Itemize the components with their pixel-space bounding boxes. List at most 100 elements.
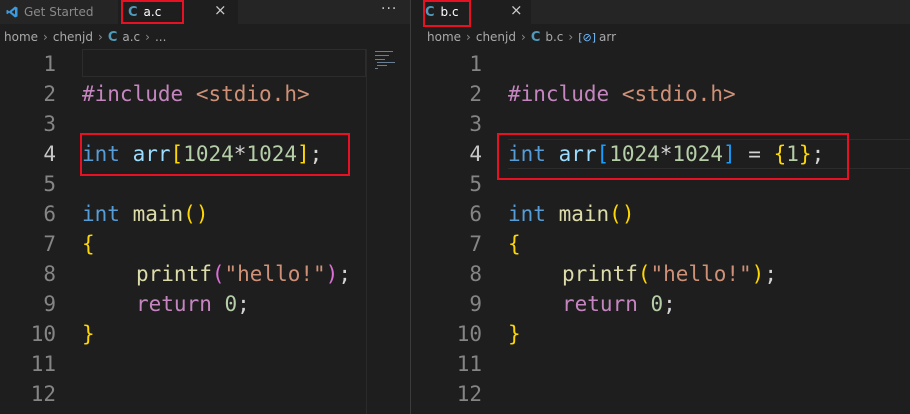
code-line: 3 xyxy=(0,109,410,139)
code-line: 10} xyxy=(426,319,910,349)
line-number: 5 xyxy=(43,172,56,196)
tab-label-b-c: b.c xyxy=(440,5,459,19)
tab-b-c[interactable]: C b.c × xyxy=(411,0,531,24)
token-paren: ) xyxy=(325,262,339,286)
token-bracket: [ xyxy=(596,142,610,166)
tab-label-a-c: a.c xyxy=(143,5,162,19)
code-line: 11 xyxy=(426,349,910,379)
minimap-line xyxy=(375,51,393,52)
code-line: 5 xyxy=(0,169,410,199)
minimap-line xyxy=(375,68,378,69)
token-brace: { xyxy=(773,142,787,166)
line-number: 2 xyxy=(43,82,56,106)
minimap-line xyxy=(377,65,387,66)
token-type: int xyxy=(508,142,546,166)
line-number: 4 xyxy=(469,142,482,166)
more-actions-icon[interactable]: ··· xyxy=(381,1,397,17)
code-line: 6 int main() xyxy=(0,199,410,229)
chevron-right-icon: › xyxy=(521,30,526,44)
token-type: int xyxy=(82,202,120,226)
token-paren: ( xyxy=(211,262,225,286)
token-number: 1024 xyxy=(609,142,660,166)
token-string: "hello!" xyxy=(650,262,752,286)
breadcrumb-home[interactable]: home xyxy=(4,30,38,44)
code-line: 4 int arr[1024*1024]; xyxy=(0,139,410,169)
token-semicolon: ; xyxy=(811,142,825,166)
token-bracket: [ xyxy=(170,142,184,166)
line-number: 10 xyxy=(456,322,482,346)
code-line: 5 xyxy=(426,169,910,199)
code-line: 9 return 0; xyxy=(426,289,910,319)
token-paren: ( xyxy=(637,262,651,286)
c-file-icon: C xyxy=(530,29,541,45)
chevron-right-icon: › xyxy=(466,30,471,44)
minimap[interactable] xyxy=(366,49,410,414)
code-line: 7{ xyxy=(0,229,410,259)
line-number: 9 xyxy=(469,292,482,316)
token-var: arr xyxy=(132,142,171,166)
code-line: 4 int arr[1024*1024] = {1}; xyxy=(426,139,910,169)
minimap-line xyxy=(377,62,395,63)
token-keyword: return xyxy=(562,292,638,316)
breadcrumb-symbol[interactable]: arr xyxy=(599,30,616,44)
token-number: 1 xyxy=(786,142,799,166)
token-function: printf xyxy=(562,262,638,286)
breadcrumb-file[interactable]: b.c xyxy=(545,30,563,44)
code-line: 11 xyxy=(0,349,410,379)
line-number: 11 xyxy=(456,352,482,376)
line-number: 7 xyxy=(43,232,56,256)
token-var: arr xyxy=(558,142,597,166)
line-number: 11 xyxy=(30,352,56,376)
tab-label-get-started: Get Started xyxy=(24,5,94,19)
line-number: 8 xyxy=(43,262,56,286)
chevron-right-icon: › xyxy=(145,30,150,44)
code-line: 2 #include <stdio.h> xyxy=(0,79,410,109)
tab-bar-right: C b.c × xyxy=(411,0,910,24)
breadcrumb-chenjd[interactable]: chenjd xyxy=(53,30,93,44)
token-type: int xyxy=(82,142,120,166)
close-icon[interactable]: × xyxy=(510,3,523,18)
token-number: 0 xyxy=(650,292,664,316)
code-line: 1 xyxy=(426,49,910,79)
token-semicolon: ; xyxy=(663,292,676,316)
token-paren: ( xyxy=(609,202,622,226)
minimap-line xyxy=(375,59,385,60)
token-semicolon: ; xyxy=(764,262,777,286)
token-number: 1024 xyxy=(672,142,723,166)
token-include: #include xyxy=(82,82,184,106)
minimap-line xyxy=(375,55,389,56)
breadcrumb-chenjd[interactable]: chenjd xyxy=(476,30,516,44)
breadcrumb-home[interactable]: home xyxy=(427,30,461,44)
line-number: 8 xyxy=(469,262,482,286)
breadcrumb-ellipsis[interactable]: ... xyxy=(155,30,166,44)
vscode-icon xyxy=(6,6,18,18)
code-line: 12 xyxy=(0,379,410,409)
variable-symbol-icon: [⊘] xyxy=(578,30,597,44)
token-type: int xyxy=(508,202,546,226)
token-semicolon: ; xyxy=(237,292,250,316)
token-brace: } xyxy=(798,142,812,166)
close-icon[interactable]: × xyxy=(214,3,227,18)
line-number: 1 xyxy=(43,52,56,76)
token-bracket: ] xyxy=(723,142,736,166)
chevron-right-icon: › xyxy=(43,30,48,44)
token-paren: ) xyxy=(621,202,635,226)
token-semicolon: ; xyxy=(309,142,323,166)
token-string: "hello!" xyxy=(224,262,326,286)
code-line: 12 xyxy=(426,379,910,409)
token-brace: } xyxy=(508,322,521,346)
token-brace: { xyxy=(82,232,95,256)
line-number: 12 xyxy=(456,382,482,406)
c-file-icon: C xyxy=(425,4,435,20)
token-number: 0 xyxy=(224,292,238,316)
token-function: printf xyxy=(136,262,212,286)
tab-a-c[interactable]: C a.c × xyxy=(118,0,238,24)
breadcrumb-file[interactable]: a.c xyxy=(122,30,140,44)
token-op: = xyxy=(735,142,774,166)
token-paren: ) xyxy=(195,202,209,226)
code-line: 8 printf("hello!"); xyxy=(426,259,910,289)
token-number: 1024 xyxy=(183,142,234,166)
token-header: <stdio.h> xyxy=(195,82,310,106)
token-brace: { xyxy=(508,232,521,256)
tab-get-started[interactable]: Get Started xyxy=(0,0,118,24)
